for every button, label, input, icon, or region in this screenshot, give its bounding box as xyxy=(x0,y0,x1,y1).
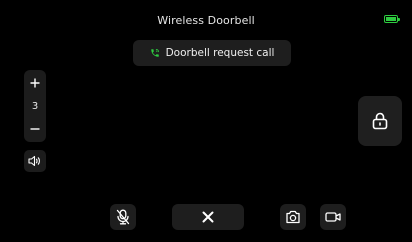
snapshot-button[interactable] xyxy=(280,204,306,230)
speaker-button[interactable] xyxy=(24,150,46,172)
phone-call-icon xyxy=(150,48,160,58)
camera-icon xyxy=(286,210,300,224)
speaker-icon xyxy=(28,155,40,167)
lock-icon xyxy=(372,112,388,130)
banner-text: Doorbell request call xyxy=(165,47,275,59)
volume-down-button[interactable] xyxy=(28,122,42,136)
mic-off-icon xyxy=(116,209,130,225)
volume-up-button[interactable] xyxy=(28,76,42,90)
unlock-button[interactable] xyxy=(358,96,402,146)
call-request-banner: Doorbell request call xyxy=(133,40,291,66)
volume-control: 3 xyxy=(24,70,46,142)
mute-mic-button[interactable] xyxy=(110,204,136,230)
video-icon xyxy=(325,212,341,222)
plus-icon xyxy=(30,78,40,88)
hang-up-button[interactable] xyxy=(172,204,244,230)
app-title: Wireless Doorbell xyxy=(157,14,255,27)
minus-icon xyxy=(30,128,40,130)
record-video-button[interactable] xyxy=(320,204,346,230)
close-icon xyxy=(202,211,214,223)
volume-level: 3 xyxy=(31,100,39,112)
battery-icon xyxy=(384,15,400,23)
